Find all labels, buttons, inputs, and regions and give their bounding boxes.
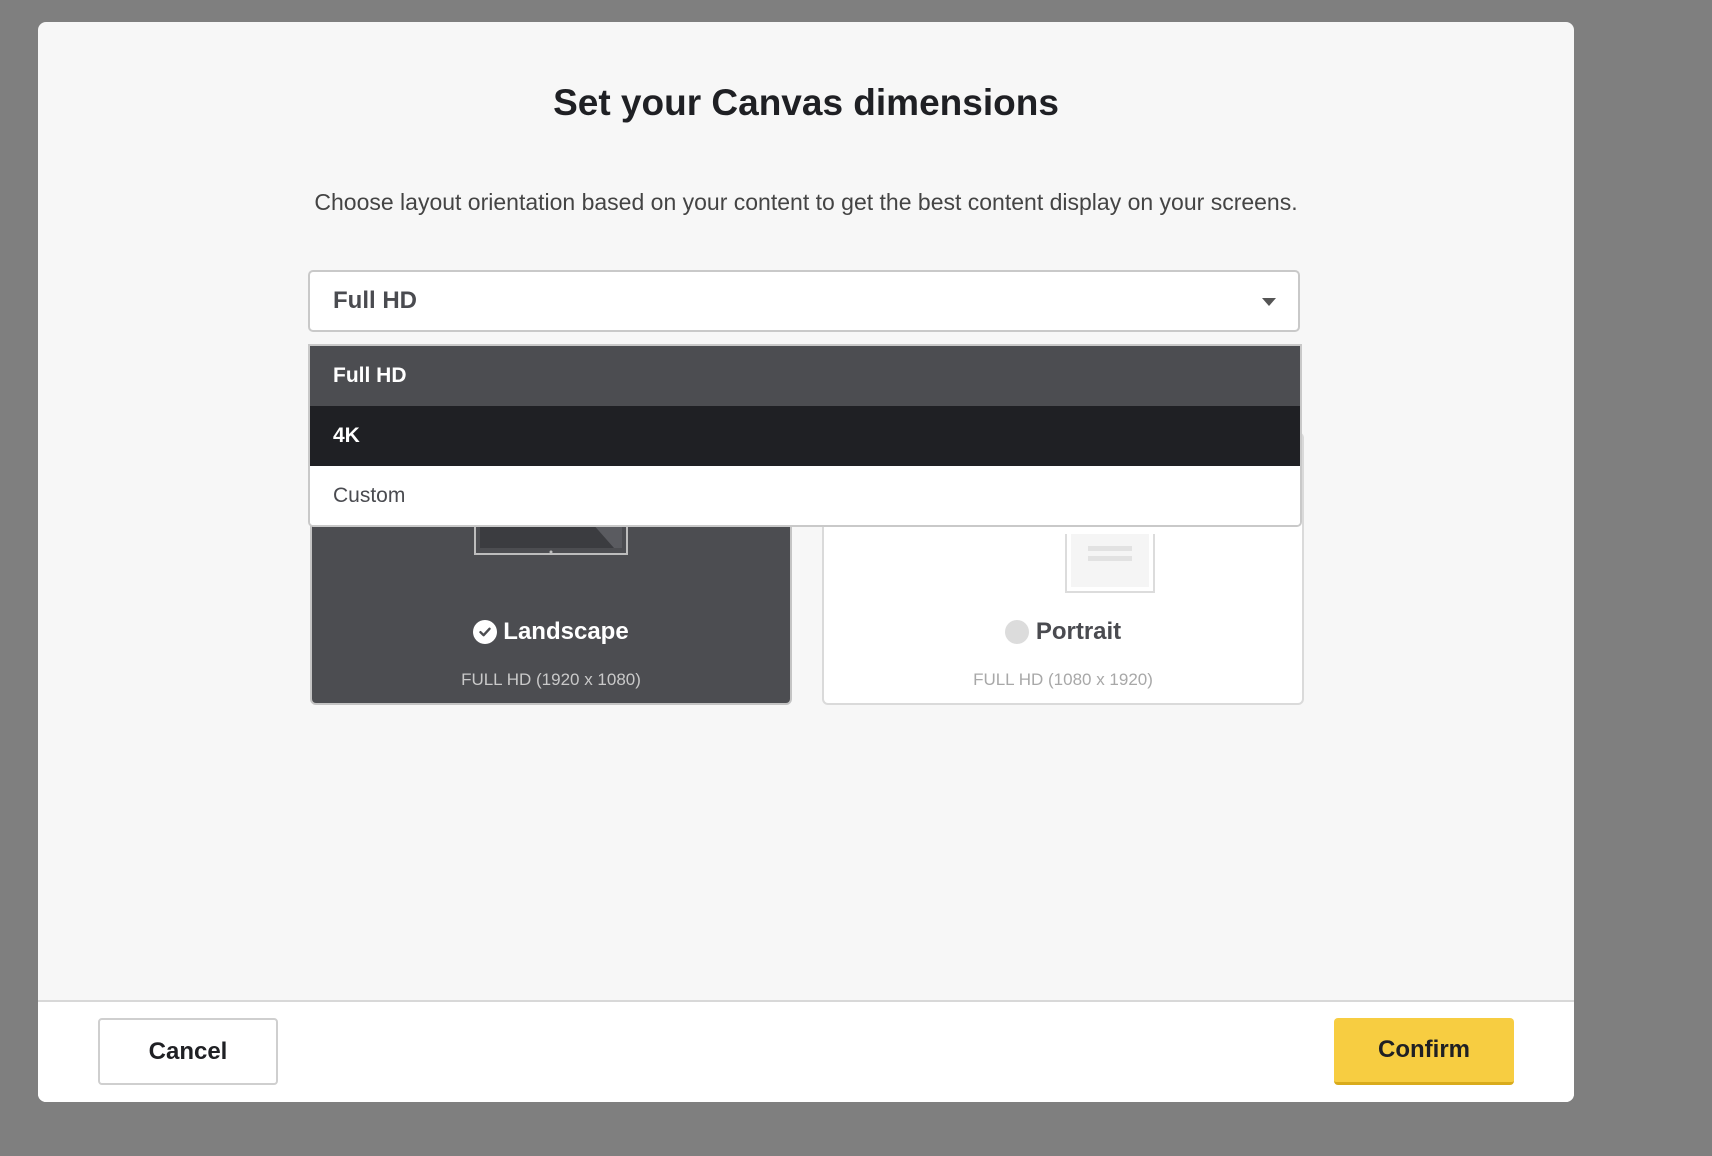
resolution-dropdown-menu: Full HD 4K Custom bbox=[308, 344, 1302, 527]
landscape-label: Landscape bbox=[503, 618, 629, 645]
radio-unchecked-icon bbox=[1004, 620, 1029, 644]
portrait-resolution: FULL HD (1080 x 1920) bbox=[973, 670, 1153, 689]
dialog-title: Set your Canvas dimensions bbox=[553, 82, 1059, 123]
cancel-button[interactable]: Cancel bbox=[98, 1018, 278, 1085]
dialog-subtitle: Choose layout orientation based on your … bbox=[314, 189, 1298, 215]
resolution-option-custom[interactable]: Custom bbox=[310, 466, 1300, 525]
canvas-dimensions-dialog: Set your Canvas dimensions Choose layout… bbox=[38, 22, 1574, 1102]
confirm-button[interactable]: Confirm bbox=[1334, 1018, 1514, 1085]
resolution-select-value: Full HD bbox=[333, 287, 417, 314]
dialog-footer: Cancel Confirm bbox=[38, 1000, 1574, 1102]
resolution-option-full-hd[interactable]: Full HD bbox=[310, 346, 1300, 406]
chevron-down-icon bbox=[1262, 298, 1276, 306]
landscape-title: Landscape bbox=[312, 618, 790, 646]
portrait-screen-icon bbox=[1065, 534, 1155, 593]
check-circle-icon bbox=[473, 620, 498, 644]
resolution-select[interactable]: Full HD bbox=[308, 270, 1300, 332]
portrait-label: Portrait bbox=[1035, 618, 1122, 645]
portrait-title: Portrait bbox=[824, 618, 1302, 646]
landscape-resolution: FULL HD (1920 x 1080) bbox=[461, 670, 641, 689]
resolution-option-4k[interactable]: 4K bbox=[310, 406, 1300, 466]
